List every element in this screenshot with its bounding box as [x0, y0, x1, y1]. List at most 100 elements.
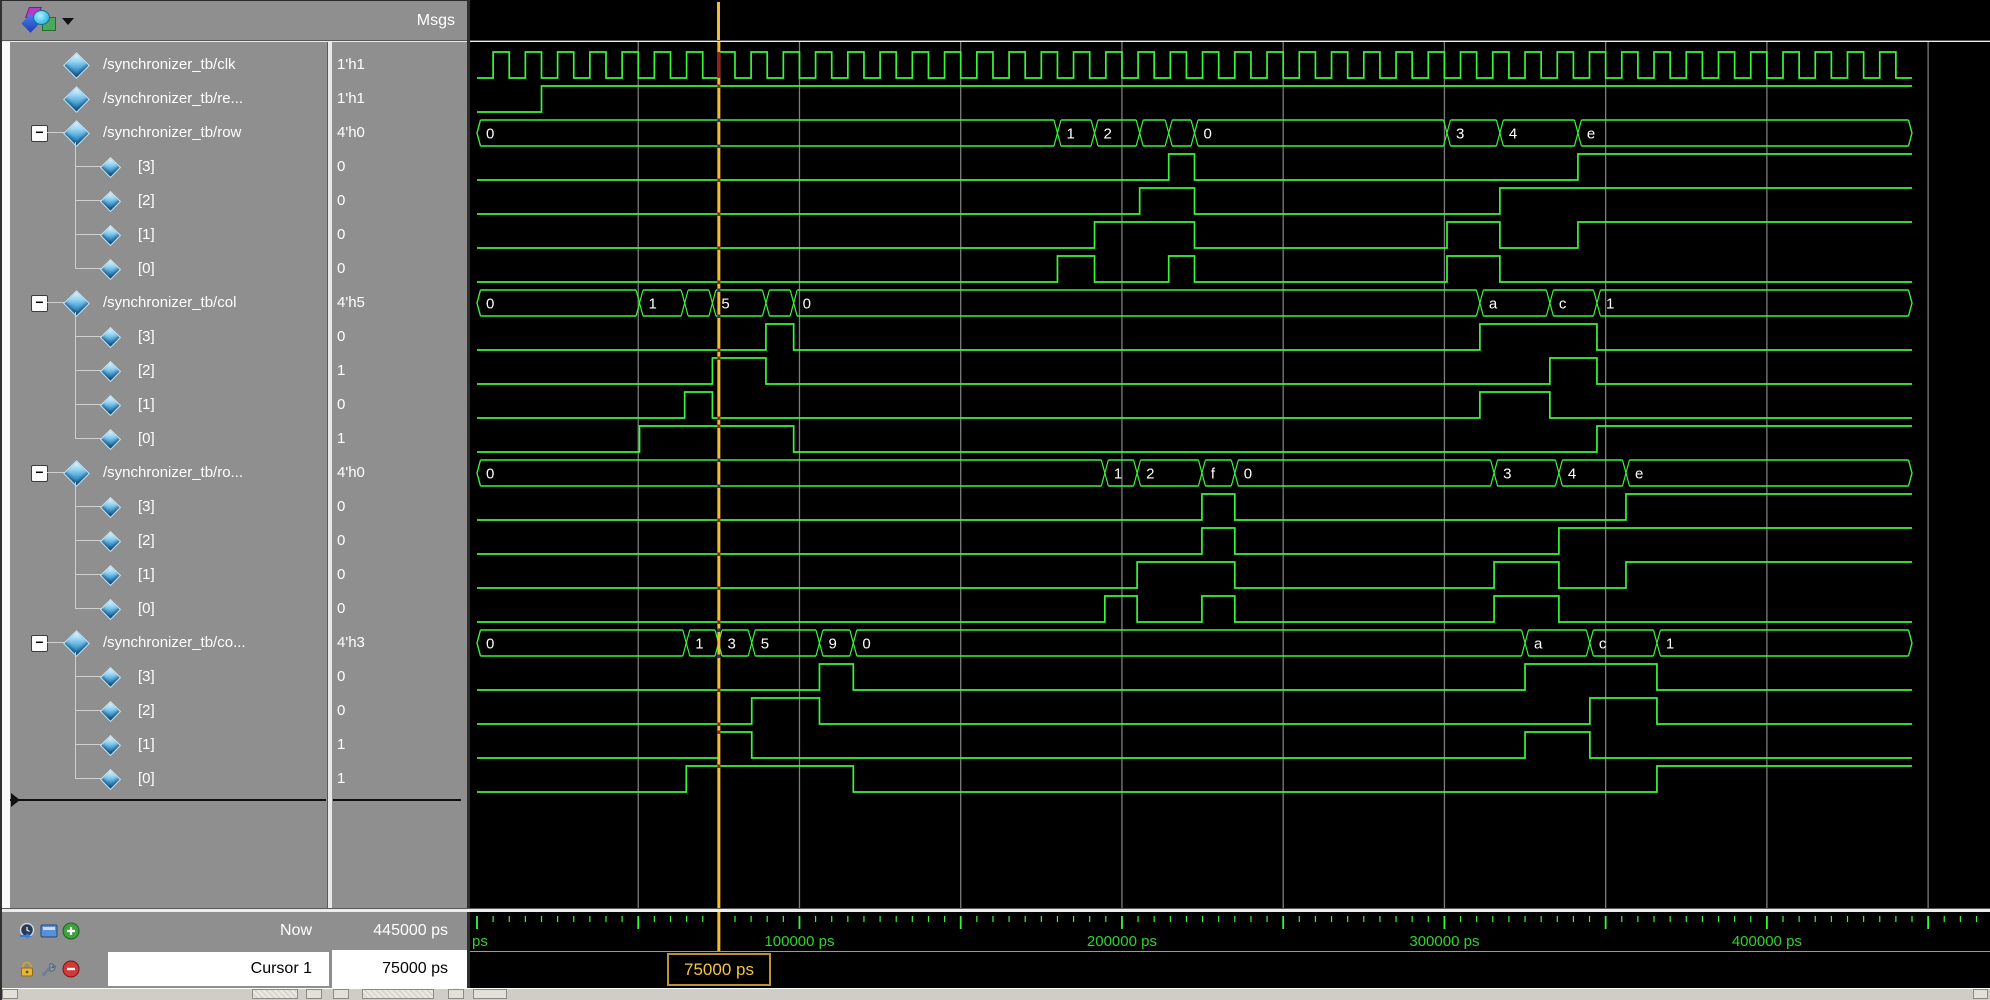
tree-item-ro...[interactable]: −/synchronizer_tb/ro... [10, 456, 327, 490]
tree-item-bit-[3][interactable]: [3] [10, 490, 327, 524]
signal-label: /synchronizer_tb/row [103, 116, 241, 150]
bus-value-label: e [1635, 466, 1643, 483]
cursor-name[interactable]: Cursor 1 [122, 950, 312, 988]
signal-diamond-icon [100, 361, 121, 382]
collapse-minus-icon[interactable]: − [31, 635, 48, 652]
wave-row-re[interactable] [477, 86, 1912, 112]
signal-diamond-icon [100, 701, 121, 722]
wave-row-row[interactable]: 012034e [477, 120, 1912, 146]
bit-label: [1] [138, 388, 155, 422]
bus-value-label: 3 [1456, 126, 1464, 143]
tree-item-bit-[2][interactable]: [2] [10, 354, 327, 388]
tree-item-row[interactable]: − /synchronizer_tb/row [10, 116, 327, 150]
wave-window: Msgs /synchronizer_tb/clk/synchronizer_t… [0, 0, 1990, 1000]
signal-diamond-icon [100, 735, 121, 756]
wave-row-row_sync[interactable]: 012f034e [477, 460, 1912, 486]
wave-row-row-3[interactable] [477, 154, 1912, 180]
tree-item-bit-[3][interactable]: [3] [10, 150, 327, 184]
wave-row-row_sync-2[interactable] [477, 528, 1912, 554]
tree-item-bit-[0][interactable]: [0] [10, 252, 327, 286]
tree-item-col[interactable]: −/synchronizer_tb/col [10, 286, 327, 320]
tree-item-bit-[2][interactable]: [2] [10, 184, 327, 218]
tree-item-bit-[1][interactable]: [1] [10, 558, 327, 592]
bus-value-label: 0 [486, 126, 494, 143]
signal-diamond-icon [100, 259, 121, 280]
wrench-icon[interactable] [40, 960, 58, 978]
collapse-minus-icon[interactable]: − [31, 295, 48, 312]
tree-item-bit-[1][interactable]: [1] [10, 728, 327, 762]
scrollbar-button[interactable] [306, 989, 322, 999]
wave-row-col_sync[interactable]: 013590ac1 [477, 630, 1912, 656]
wave-row-col_sync-2[interactable] [477, 698, 1912, 724]
sync-clock-icon[interactable] [18, 922, 36, 940]
wave-row-col[interactable]: 0150ac1 [477, 290, 1912, 316]
chevron-down-icon[interactable] [62, 18, 74, 25]
tree-item-bit-[2][interactable]: [2] [10, 524, 327, 558]
bit-value: 1 [332, 728, 467, 762]
wave-row-row-1[interactable] [477, 222, 1912, 248]
signal-values-panel[interactable]: 1'h11'h14'h000004'h501014'h000004'h30011 [332, 42, 467, 908]
tree-item-bit-[0][interactable]: [0] [10, 592, 327, 626]
wave-row-col-3[interactable] [477, 324, 1912, 350]
signal-diamond-icon [100, 429, 121, 450]
wave-row-col_sync-0[interactable] [477, 766, 1912, 792]
timeline-ruler[interactable]: ps100000 ps200000 ps300000 ps400000 ps [470, 912, 1990, 951]
signal-diamond-icon [100, 531, 121, 552]
bit-label: [0] [138, 592, 155, 626]
signal-value: 4'h0 [332, 456, 467, 490]
bit-label: [2] [138, 524, 155, 558]
wave-row-col_sync-1[interactable] [477, 732, 1912, 758]
scrollbar-button[interactable] [333, 989, 349, 999]
scrollbar-thumb[interactable] [473, 989, 507, 999]
bus-value-label: 0 [1244, 466, 1252, 483]
tree-item-bit-[0][interactable]: [0] [10, 762, 327, 796]
bus-value-label: 1 [649, 296, 657, 313]
tree-item-bit-[3][interactable]: [3] [10, 660, 327, 694]
signal-diamond-icon [100, 667, 121, 688]
bit-label: [0] [138, 422, 155, 456]
wave-row-col-2[interactable] [477, 358, 1912, 384]
bus-value-label: 1 [695, 636, 703, 653]
collapse-minus-icon[interactable]: − [31, 465, 48, 482]
signal-names-panel[interactable]: /synchronizer_tb/clk/synchronizer_tb/re.… [10, 42, 327, 908]
msgs-column-header[interactable]: Msgs [332, 1, 455, 41]
wave-row-col-1[interactable] [477, 392, 1912, 418]
add-cursor-icon[interactable] [62, 922, 80, 940]
bus-value-label: 1 [1066, 126, 1074, 143]
scrollbar-button[interactable] [2, 989, 18, 999]
bus-value-label: 2 [1146, 466, 1154, 483]
delete-cursor-icon[interactable] [62, 960, 80, 978]
tree-item-bit-[1][interactable]: [1] [10, 388, 327, 422]
signal-diamond-icon [63, 52, 90, 79]
cursor-time-flag[interactable]: 75000 ps [667, 953, 771, 986]
collapse-minus-icon[interactable]: − [31, 125, 48, 142]
wave-header-strip [470, 0, 1990, 40]
scrollbar-button[interactable] [448, 989, 464, 999]
tree-item-bit-[1][interactable]: [1] [10, 218, 327, 252]
tree-item-bit-[0][interactable]: [0] [10, 422, 327, 456]
cursor-line[interactable] [717, 2, 720, 40]
cursor-line[interactable] [717, 42, 720, 908]
waveform-canvas[interactable]: 012034e0150ac1012f034e013590ac1 [470, 42, 1990, 908]
tree-item-co...[interactable]: −/synchronizer_tb/co... [10, 626, 327, 660]
tree-item-re...[interactable]: /synchronizer_tb/re... [10, 82, 327, 116]
wave-row-clock[interactable] [477, 52, 1912, 78]
wave-row-row_sync-3[interactable] [477, 494, 1912, 520]
wave-row-col_sync-3[interactable] [477, 664, 1912, 690]
tree-item-clk[interactable]: /synchronizer_tb/clk [10, 48, 327, 82]
tree-connector [75, 312, 76, 439]
signal-diamond-icon [100, 565, 121, 586]
bus-value-label: f [1211, 466, 1216, 483]
window-icon[interactable] [40, 922, 58, 940]
tree-item-bit-[2][interactable]: [2] [10, 694, 327, 728]
tree-item-bit-[3][interactable]: [3] [10, 320, 327, 354]
wave-row-col-0[interactable] [477, 426, 1912, 452]
scrollbar-thumb[interactable] [252, 989, 298, 999]
wave-row-row_sync-0[interactable] [477, 596, 1912, 622]
wave-row-row_sync-1[interactable] [477, 562, 1912, 588]
bus-value-label: 2 [1104, 126, 1112, 143]
lock-icon[interactable] [18, 960, 36, 978]
wave-row-row-0[interactable] [477, 256, 1912, 282]
wave-row-row-2[interactable] [477, 188, 1912, 214]
scrollbar-thumb[interactable] [362, 989, 434, 999]
